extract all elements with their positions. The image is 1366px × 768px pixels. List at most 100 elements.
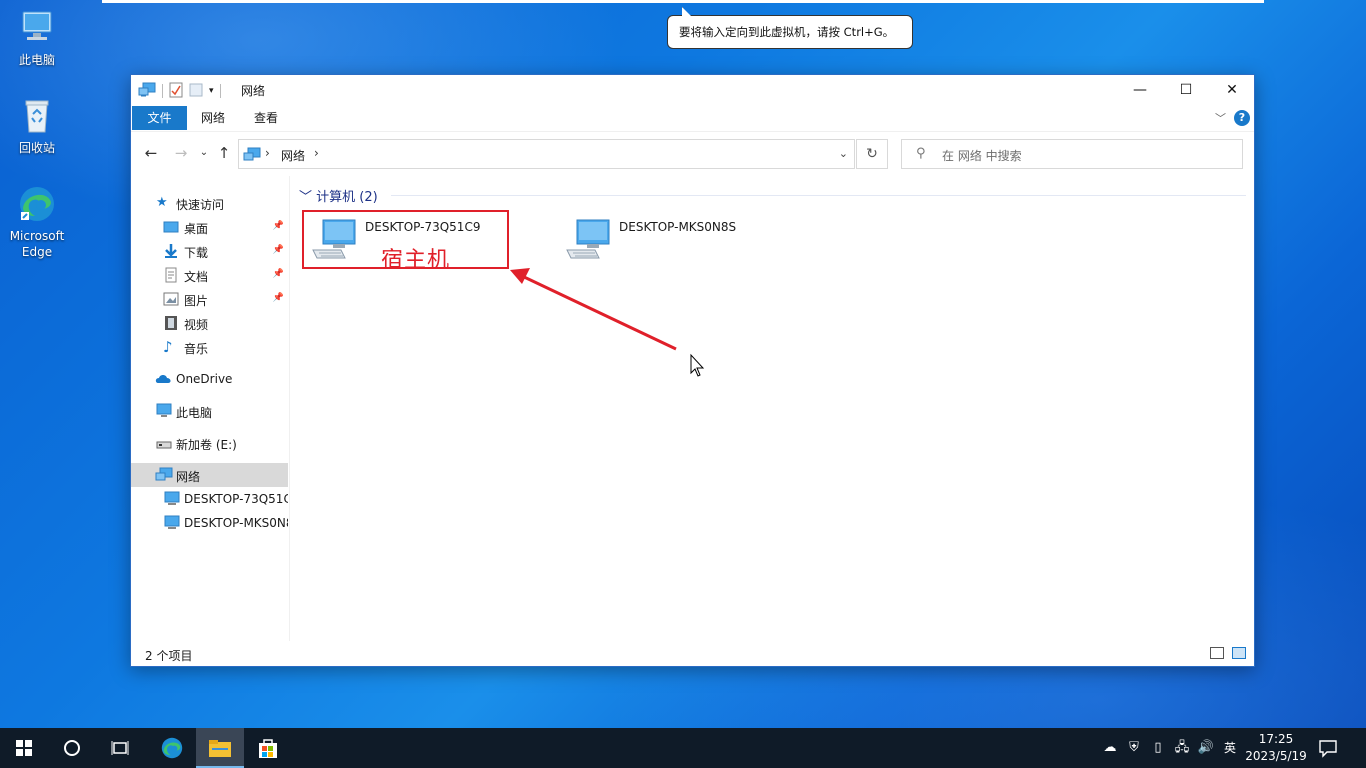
- back-arrow-icon[interactable]: ←: [141, 144, 161, 162]
- breadcrumb-network[interactable]: 网络: [281, 147, 305, 164]
- document-icon: [163, 267, 179, 283]
- music-icon: ♪: [163, 338, 173, 356]
- ethernet-icon[interactable]: 🖧: [1173, 739, 1191, 757]
- expand-ribbon-chevron-icon[interactable]: ﹀: [1215, 110, 1226, 126]
- search-box[interactable]: ⚲ 在 网络 中搜索: [901, 139, 1243, 169]
- annotation-label: 宿主机: [381, 248, 451, 273]
- network-icon: [155, 467, 173, 483]
- computer-icon: [565, 216, 611, 262]
- nav-item-pictures[interactable]: 图片 📌: [131, 287, 288, 311]
- desktop-icon-recycle-bin[interactable]: 回收站: [0, 96, 74, 156]
- nav-item-network-computer[interactable]: DESKTOP-73Q51C9: [131, 487, 288, 511]
- computer-icon: [155, 403, 172, 419]
- nav-item-videos[interactable]: 视频: [131, 311, 288, 335]
- nav-item-label: 视频: [184, 318, 209, 332]
- nav-item-desktop[interactable]: 桌面 📌: [131, 215, 288, 239]
- desktop-icon-edge[interactable]: Microsoft Edge: [0, 184, 74, 260]
- clock-date: 2023/5/19: [1245, 749, 1307, 763]
- task-view-button[interactable]: [96, 728, 144, 768]
- taskbar-file-explorer[interactable]: [196, 728, 244, 768]
- clock[interactable]: 17:25 2023/5/19: [1240, 731, 1312, 765]
- drive-icon: [155, 435, 172, 451]
- nav-item-this-pc[interactable]: 此电脑: [131, 399, 288, 423]
- window-title: 网络: [241, 84, 266, 98]
- vm-input-tooltip: 要将输入定向到此虚拟机，请按 Ctrl+G。: [667, 7, 913, 49]
- forward-arrow-icon[interactable]: →: [171, 144, 191, 162]
- cloud-icon: [155, 371, 171, 387]
- navigation-pane: ★ 快速访问 桌面 📌 下载 📌 文档 📌 图片 📌 视频 ♪ 音乐 OneDr…: [131, 176, 288, 641]
- breadcrumb-chevron-icon[interactable]: ›: [314, 146, 319, 160]
- close-button[interactable]: ✕: [1209, 75, 1255, 105]
- desktop-icon-this-pc[interactable]: 此电脑: [0, 8, 74, 68]
- nav-item-label: 网络: [176, 470, 201, 484]
- nav-item-quick-access[interactable]: ★ 快速访问: [131, 191, 288, 215]
- address-bar[interactable]: › 网络 › ⌄: [238, 139, 855, 169]
- divider: [219, 84, 221, 98]
- nav-item-network[interactable]: 网络: [131, 463, 288, 487]
- nav-item-music[interactable]: ♪ 音乐: [131, 335, 288, 359]
- nav-item-downloads[interactable]: 下载 📌: [131, 239, 288, 263]
- folder-icon: [209, 740, 231, 757]
- breadcrumb-chevron-icon[interactable]: ›: [265, 146, 270, 160]
- security-shield-icon[interactable]: ⛨: [1125, 739, 1143, 757]
- computer-tile[interactable]: DESKTOP-MKS0N8S: [557, 212, 763, 268]
- taskbar: ☁ ⛨ ▯ 🖧 🔊 英 17:25 2023/5/19: [0, 728, 1366, 768]
- clock-time: 17:25: [1258, 732, 1294, 746]
- usb-icon[interactable]: ▯: [1149, 739, 1167, 757]
- help-button[interactable]: ?: [1234, 110, 1250, 126]
- taskbar-store[interactable]: [244, 728, 292, 768]
- search-input[interactable]: 在 网络 中搜索: [942, 147, 1022, 164]
- desktop-folder-icon: [163, 219, 179, 235]
- nav-item-label: 文档: [184, 270, 209, 284]
- details-view-icon[interactable]: [1210, 647, 1224, 659]
- picture-icon: [163, 291, 179, 307]
- properties-icon[interactable]: [169, 82, 183, 101]
- start-button[interactable]: [0, 728, 48, 768]
- title-bar[interactable]: ▾ 网络 — ☐ ✕: [131, 75, 1254, 106]
- desktop-icon-label: 此电脑: [18, 53, 55, 67]
- nav-item-drive-e[interactable]: 新加卷 (E:): [131, 431, 288, 455]
- computer-icon: [163, 515, 180, 531]
- nav-item-onedrive[interactable]: OneDrive: [131, 367, 288, 391]
- ime-indicator[interactable]: 英: [1221, 739, 1239, 757]
- download-icon: [163, 243, 179, 259]
- edge-icon: [17, 184, 57, 224]
- notification-center-button[interactable]: [1318, 738, 1348, 758]
- nav-item-label: 新加卷 (E:): [176, 438, 237, 452]
- group-divider: [391, 195, 1246, 196]
- video-icon: [163, 315, 179, 331]
- network-offline-icon[interactable]: ☁: [1101, 739, 1119, 757]
- pin-icon: 📌: [272, 293, 284, 303]
- divider: [162, 84, 163, 98]
- tab-file[interactable]: 文件: [132, 106, 187, 130]
- nav-item-label: DESKTOP-73Q51C9: [184, 492, 288, 506]
- tab-view[interactable]: 查看: [254, 106, 278, 130]
- minimize-button[interactable]: —: [1117, 75, 1163, 105]
- large-icons-view-icon[interactable]: [1232, 647, 1246, 659]
- nav-item-label: 下载: [184, 246, 209, 260]
- nav-item-label: 此电脑: [176, 406, 213, 420]
- pin-icon: 📌: [272, 245, 284, 255]
- nav-item-network-computer[interactable]: DESKTOP-MKS0N8S: [131, 511, 288, 535]
- refresh-button[interactable]: ↻: [856, 139, 888, 169]
- search-button[interactable]: [48, 728, 96, 768]
- up-arrow-icon[interactable]: ↑: [214, 144, 234, 162]
- computer-icon: [17, 8, 57, 48]
- new-folder-icon[interactable]: [189, 82, 203, 101]
- computer-name: DESKTOP-MKS0N8S: [619, 220, 737, 234]
- vm-toolbar-strip: [102, 0, 1264, 3]
- pin-icon: 📌: [272, 221, 284, 231]
- tab-network[interactable]: 网络: [201, 106, 225, 130]
- recent-locations-chevron-icon[interactable]: ⌄: [194, 147, 214, 158]
- maximize-button[interactable]: ☐: [1163, 75, 1209, 105]
- nav-item-label: DESKTOP-MKS0N8S: [184, 516, 288, 530]
- taskbar-edge[interactable]: [148, 728, 196, 768]
- address-dropdown-chevron-icon[interactable]: ⌄: [839, 147, 848, 160]
- pane-splitter[interactable]: [289, 176, 290, 641]
- item-count: 2 个项目: [145, 649, 193, 663]
- group-header-computers[interactable]: ﹀ 计算机 (2): [299, 186, 378, 205]
- volume-icon[interactable]: 🔊: [1197, 739, 1215, 757]
- nav-item-label: OneDrive: [176, 372, 233, 386]
- nav-item-documents[interactable]: 文档 📌: [131, 263, 288, 287]
- customize-qat-chevron-icon[interactable]: ▾: [209, 86, 214, 96]
